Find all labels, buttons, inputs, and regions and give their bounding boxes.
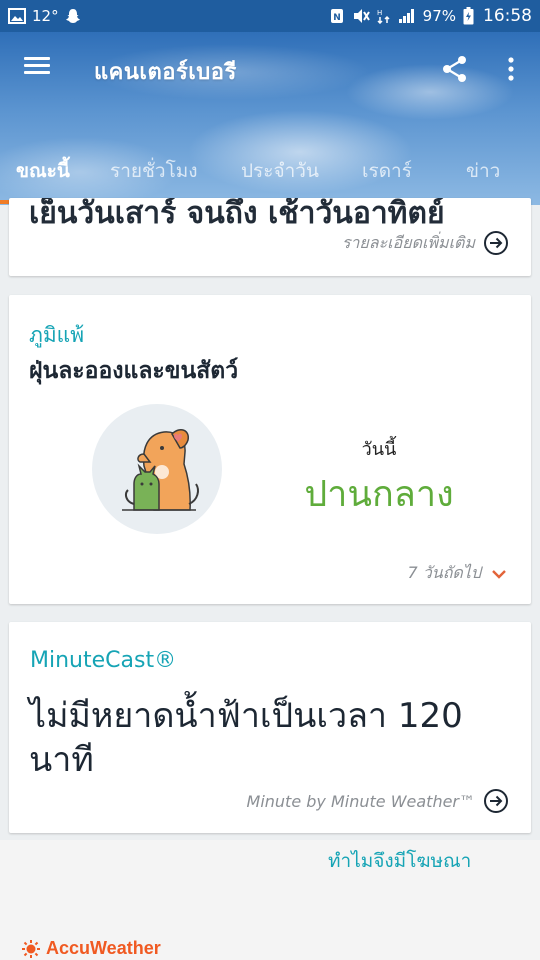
menu-icon-bar (24, 71, 50, 74)
battery-icon (463, 7, 474, 25)
nfc-icon: N (329, 8, 345, 24)
sun-icon (22, 939, 40, 958)
status-bar: 12° N H 97% 16:58 (0, 0, 540, 32)
chevron-down-icon (492, 569, 506, 579)
tab-daily[interactable]: ประจำวัน (241, 156, 319, 186)
app-header: แคนเตอร์เบอรี ขณะนี้ รายชั่วโมง ประจำวัน… (0, 32, 540, 205)
svg-text:N: N (333, 13, 341, 23)
signal-icon (398, 8, 416, 24)
status-temperature: 12° (32, 7, 59, 25)
snapchat-icon (65, 8, 81, 24)
share-icon (443, 56, 466, 82)
toolbar: แคนเตอร์เบอรี (0, 32, 540, 104)
accuweather-logo: AccuWeather (22, 938, 161, 959)
svg-text:H: H (377, 9, 382, 17)
menu-icon-bar (24, 64, 50, 67)
summary-card: เย็นวันเสาร์ จนถึง เช้าวันอาทิตย์ รายละเ… (9, 198, 531, 276)
more-details-link[interactable]: รายละเอียดเพิ่มเติม (342, 230, 509, 256)
share-button[interactable] (440, 54, 470, 84)
allergy-card[interactable]: ภูมิแพ้ ฝุ่นละอองและขนสัตว์ วันนี้ ปานกล… (9, 295, 531, 604)
allergy-level: ปานกลาง (304, 474, 454, 515)
data-transfer-icon: H (377, 8, 391, 24)
more-details-label: รายละเอียดเพิ่มเติม (341, 232, 475, 252)
tab-radar[interactable]: เรดาร์ (362, 156, 412, 186)
overflow-menu-button[interactable] (500, 54, 522, 84)
minutecast-card[interactable]: MinuteCast® ไม่มีหยาดน้ำฟ้าเป็นเวลา 120 … (9, 622, 531, 833)
menu-button[interactable] (20, 54, 54, 84)
location-title[interactable]: แคนเตอร์เบอรี (94, 54, 237, 89)
minute-by-minute-label: Minute by Minute Weather™ (246, 791, 475, 811)
menu-icon-bar (24, 57, 50, 60)
status-right: N H 97% 16:58 (329, 6, 532, 26)
tab-now[interactable]: ขณะนี้ (16, 156, 70, 186)
allergy-type: ภูมิแพ้ (29, 323, 85, 347)
arrow-right-circle-icon (484, 789, 508, 813)
more-vertical-icon (508, 57, 514, 81)
minute-by-minute-link[interactable]: Minute by Minute Weather™ (247, 788, 509, 814)
tab-news[interactable]: ข่าว (466, 156, 500, 186)
dog-cat-illustration (92, 404, 222, 534)
brand-name: AccuWeather (46, 938, 161, 958)
tab-hourly[interactable]: รายชั่วโมง (110, 156, 198, 186)
battery-percent: 97% (422, 7, 456, 25)
why-ads-link[interactable]: ทำไมจึงมีโฆษณา (328, 846, 471, 876)
ad-area: ทำไมจึงมีโฆษณา AccuWeather (0, 840, 540, 960)
allergy-name: ฝุ่นละอองและขนสัตว์ (29, 358, 239, 384)
allergy-day-label: วันนี้ (361, 439, 397, 460)
gallery-icon (8, 8, 26, 24)
arrow-right-circle-icon (484, 231, 508, 255)
mute-icon (352, 8, 370, 24)
minutecast-title: MinuteCast® (30, 648, 177, 673)
next-days-label: 7 วันถัดไป (407, 563, 481, 582)
status-clock: 16:58 (483, 6, 532, 26)
minutecast-forecast-text: ไม่มีหยาดน้ำฟ้าเป็นเวลา 120 นาที (29, 696, 463, 780)
status-left: 12° (8, 7, 81, 25)
next-7-days-toggle[interactable]: 7 วันถัดไป (408, 561, 507, 586)
